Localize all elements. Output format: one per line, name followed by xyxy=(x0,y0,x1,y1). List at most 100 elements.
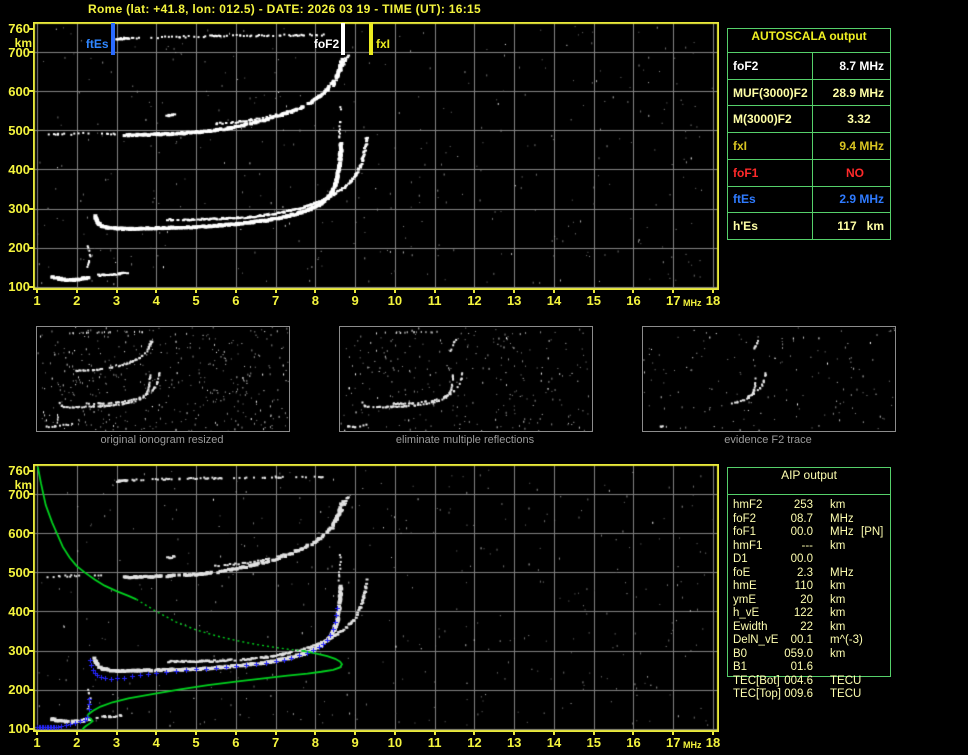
row-value: 122 xyxy=(793,607,813,619)
table-row-TEC-top: TEC[Top] 009.6 TECU xyxy=(727,688,899,702)
ftEs-marker-bar xyxy=(110,23,115,55)
row-label: h'Es xyxy=(728,213,813,240)
y-tick-label: 500 xyxy=(8,564,30,580)
row-value: NO xyxy=(845,165,884,180)
x-tick-label: 14 xyxy=(546,735,562,750)
x-tickmark xyxy=(632,289,635,293)
y-tickmark xyxy=(28,51,33,54)
x-tickmark xyxy=(155,289,158,293)
table-row-foF2: foF2 8.7 MHz xyxy=(728,53,890,80)
y-tick-label: 700 xyxy=(8,486,30,502)
x-tick-label: 7 xyxy=(271,735,280,750)
y-tickmark xyxy=(28,688,33,691)
row-unit: km xyxy=(830,499,846,511)
x-tick-label: 8 xyxy=(311,735,319,750)
thumbnail-caption-2: eliminate multiple reflections xyxy=(395,434,535,446)
table-row-ftEs: ftEs 2.9 MHz xyxy=(728,186,890,214)
bottom-x-axis-unit: MHz xyxy=(683,740,702,750)
row-unit: km xyxy=(830,593,846,606)
thumbnail-caption-1: original ionogram resized xyxy=(100,434,224,446)
x-tickmark xyxy=(115,289,118,293)
x-tick-label: 3 xyxy=(112,293,121,308)
x-tick-label: 15 xyxy=(586,293,601,308)
y-tickmark xyxy=(28,207,33,210)
row-label: ftEs xyxy=(728,186,813,213)
thumbnail-evidence-f2-trace xyxy=(642,326,896,432)
x-tickmark xyxy=(354,731,357,735)
x-tick-label: 2 xyxy=(73,293,81,308)
y-tick-label: 400 xyxy=(8,603,30,619)
row-value: 20 xyxy=(800,593,813,606)
row-label: M(3000)F2 xyxy=(728,106,813,133)
x-tick-label: 5 xyxy=(192,735,200,750)
fxI-marker-label: fxI xyxy=(376,37,391,51)
x-tickmark xyxy=(632,731,635,735)
y-tickmark xyxy=(28,246,33,249)
row-value: 8.7 MHz xyxy=(839,58,884,73)
x-tickmark xyxy=(75,731,78,735)
foF2-marker-bar xyxy=(341,23,346,55)
fxI-marker-bar xyxy=(369,23,374,55)
row-value: 00.0 xyxy=(790,526,813,538)
row-unit: km xyxy=(830,580,846,592)
row-value: 00.1 xyxy=(790,634,813,646)
row-value: 00.0 xyxy=(790,553,813,565)
table-row-hmF2: hmF2 253 km xyxy=(727,499,899,513)
row-value: 3.32 xyxy=(847,112,884,127)
y-tickmark xyxy=(28,571,33,574)
x-tick-label: 5 xyxy=(192,293,200,308)
top-x-axis-unit: MHz xyxy=(683,298,702,308)
table-row-ymE: ymE 20 km xyxy=(727,594,899,608)
x-tickmark xyxy=(195,731,198,735)
y-tick-label: 300 xyxy=(8,201,30,217)
x-tickmark xyxy=(712,289,715,293)
y-tick-label: 500 xyxy=(8,122,30,138)
x-tick-label: 6 xyxy=(232,735,240,750)
x-tick-label: 10 xyxy=(387,735,403,750)
row-unit: TECU xyxy=(830,688,862,700)
row-flag: [PN] xyxy=(861,526,884,538)
x-tickmark xyxy=(433,289,436,293)
x-tickmark xyxy=(354,289,357,293)
x-tickmark xyxy=(35,731,38,735)
x-tick-label: 9 xyxy=(351,735,359,750)
x-tick-label: 8 xyxy=(311,293,319,308)
row-unit: MHz xyxy=(830,526,854,538)
row-value: 28.9 MHz xyxy=(832,85,884,100)
y-tick-label: 600 xyxy=(8,83,30,99)
row-label: foF1 xyxy=(728,159,813,186)
row-label: hmF2 xyxy=(733,499,763,511)
row-value: 01.6 xyxy=(790,661,813,673)
top-ionogram-plot xyxy=(33,22,719,290)
row-value: 253 xyxy=(793,499,813,511)
table-row-hmF1: hmF1 --- km xyxy=(727,540,899,554)
row-value: 2.3 xyxy=(797,566,813,579)
x-tickmark xyxy=(473,289,476,293)
x-tickmark xyxy=(155,731,158,735)
row-unit: MHz xyxy=(830,512,854,525)
row-label: hmF1 xyxy=(733,539,763,552)
row-unit: km xyxy=(830,647,846,660)
row-label: foF2 xyxy=(728,53,813,79)
y-tickmark xyxy=(28,610,33,613)
row-unit: km xyxy=(830,620,846,633)
row-label: MUF(3000)F2 xyxy=(728,79,813,106)
x-tick-label: 16 xyxy=(626,293,641,308)
x-tickmark xyxy=(672,289,675,293)
x-tickmark xyxy=(195,289,198,293)
x-tick-label: 7 xyxy=(271,293,280,308)
y-tickmark xyxy=(28,129,33,132)
x-tick-label: 16 xyxy=(626,735,641,750)
row-unit: km xyxy=(830,607,846,619)
y-tickmark xyxy=(28,727,33,730)
table-row-M3000F2: M(3000)F2 3.32 xyxy=(728,106,890,134)
aip-table-header: AIP output xyxy=(728,468,890,495)
x-tick-label: 17 xyxy=(666,735,681,750)
autoscala-table-header: AUTOSCALA output xyxy=(728,29,890,53)
table-row-DelN_vE: DelN_vE 00.1 m^(-3) xyxy=(727,634,899,648)
y-tick-label: 200 xyxy=(8,682,30,698)
x-tick-label: 4 xyxy=(152,293,160,308)
x-tick-label: 13 xyxy=(506,735,522,750)
x-tick-label: 11 xyxy=(427,735,442,750)
x-tickmark xyxy=(314,289,317,293)
